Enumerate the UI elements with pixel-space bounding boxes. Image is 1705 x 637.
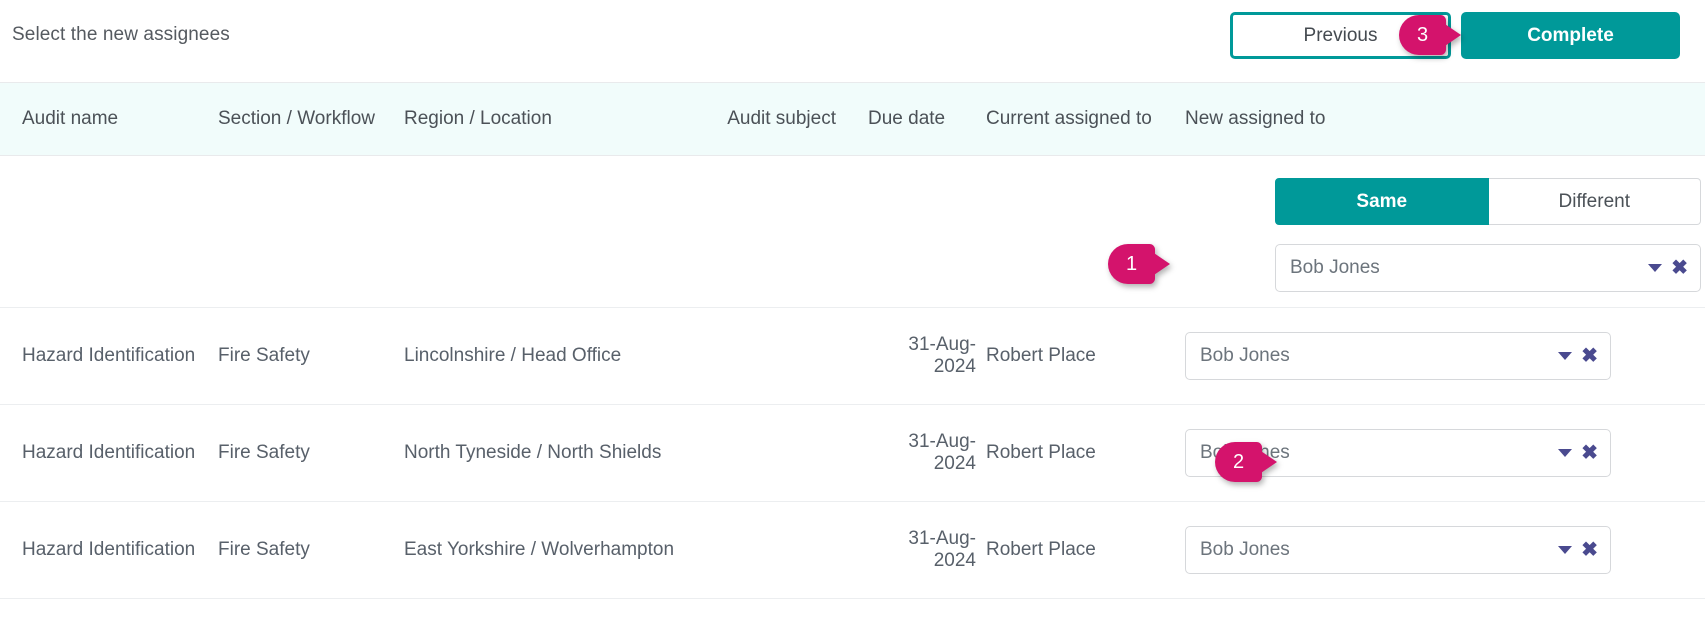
close-icon[interactable]: ✖ (1581, 540, 1598, 560)
row-assignee-value: Bob Jones (1200, 538, 1290, 560)
row-assignee-select[interactable]: Bob Jones ✖ (1185, 526, 1611, 574)
table-header-row: Audit name Section / Workflow Region / L… (0, 82, 1705, 156)
close-icon[interactable]: ✖ (1581, 443, 1598, 463)
row-assignee-select[interactable]: Bob Jones ✖ (1185, 332, 1611, 380)
cell-due-date: 31-Aug-2024 (908, 430, 976, 474)
column-header-due-date: Due date (868, 107, 946, 129)
master-assignee-select-wrap: Bob Jones ✖ (1275, 244, 1701, 292)
master-assignee-value: Bob Jones (1290, 257, 1380, 278)
chevron-down-icon[interactable] (1558, 352, 1573, 360)
complete-button[interactable]: Complete (1461, 12, 1680, 59)
cell-region-location: North Tyneside / North Shields (404, 441, 662, 463)
page-title: Select the new assignees (12, 24, 230, 45)
close-icon[interactable]: ✖ (1671, 258, 1688, 278)
marker-label: 2 (1215, 442, 1262, 482)
cell-due-date: 31-Aug-2024 (908, 527, 976, 571)
cell-current-assigned-to: Robert Place (986, 538, 1096, 560)
column-header-current-assigned-to: Current assigned to (986, 107, 1152, 129)
column-header-audit-subject: Audit subject (727, 107, 836, 129)
cell-section-workflow: Fire Safety (218, 344, 310, 366)
cell-section-workflow: Fire Safety (218, 538, 310, 560)
table-row: Hazard Identification Fire Safety East Y… (0, 502, 1705, 599)
cell-section-workflow: Fire Safety (218, 441, 310, 463)
assignees-table: Audit name Section / Workflow Region / L… (0, 82, 1705, 599)
cell-new-assigned-to: Bob Jones ✖ (1180, 332, 1700, 380)
column-header-section-workflow: Section / Workflow (218, 107, 375, 129)
cell-region-location: East Yorkshire / Wolverhampton (404, 538, 675, 560)
cell-audit-name: Hazard Identification (22, 538, 196, 560)
table-row: Hazard Identification Fire Safety North … (0, 405, 1705, 502)
marker-label: 1 (1108, 244, 1155, 284)
chevron-down-icon[interactable] (1558, 449, 1573, 457)
chevron-down-icon[interactable] (1648, 264, 1663, 272)
assignee-mode-toggle[interactable]: Same Different (1275, 178, 1701, 225)
chevron-down-icon[interactable] (1558, 546, 1573, 554)
close-icon[interactable]: ✖ (1581, 346, 1598, 366)
row-assignee-icons: ✖ (1558, 430, 1598, 476)
annotation-marker-2: 2 (1215, 442, 1277, 482)
bulk-assignment-row: Same Different Bob Jones ✖ (0, 156, 1705, 308)
marker-label: 3 (1399, 15, 1446, 55)
assignee-selection-page: Select the new assignees Previous Comple… (0, 0, 1705, 637)
assignee-mode-same[interactable]: Same (1275, 178, 1489, 225)
master-assignee-select[interactable]: Bob Jones ✖ (1275, 244, 1701, 292)
cell-region-location: Lincolnshire / Head Office (404, 344, 622, 366)
column-header-audit-name: Audit name (22, 107, 119, 129)
cell-audit-name: Hazard Identification (22, 441, 196, 463)
cell-due-date: 31-Aug-2024 (908, 333, 976, 377)
row-assignee-icons: ✖ (1558, 333, 1598, 379)
cell-audit-name: Hazard Identification (22, 344, 196, 366)
assignee-mode-different[interactable]: Different (1488, 178, 1701, 225)
column-header-region-location: Region / Location (404, 107, 552, 129)
master-assignee-icons: ✖ (1648, 245, 1688, 291)
cell-current-assigned-to: Robert Place (986, 441, 1096, 463)
annotation-marker-3: 3 (1399, 15, 1461, 55)
row-assignee-value: Bob Jones (1200, 344, 1290, 366)
table-row: Hazard Identification Fire Safety Lincol… (0, 308, 1705, 405)
annotation-marker-1: 1 (1108, 244, 1170, 284)
column-header-new-assigned-to: New assigned to (1185, 107, 1326, 129)
cell-current-assigned-to: Robert Place (986, 344, 1096, 366)
row-assignee-icons: ✖ (1558, 527, 1598, 573)
cell-new-assigned-to: Bob Jones ✖ (1180, 526, 1700, 574)
